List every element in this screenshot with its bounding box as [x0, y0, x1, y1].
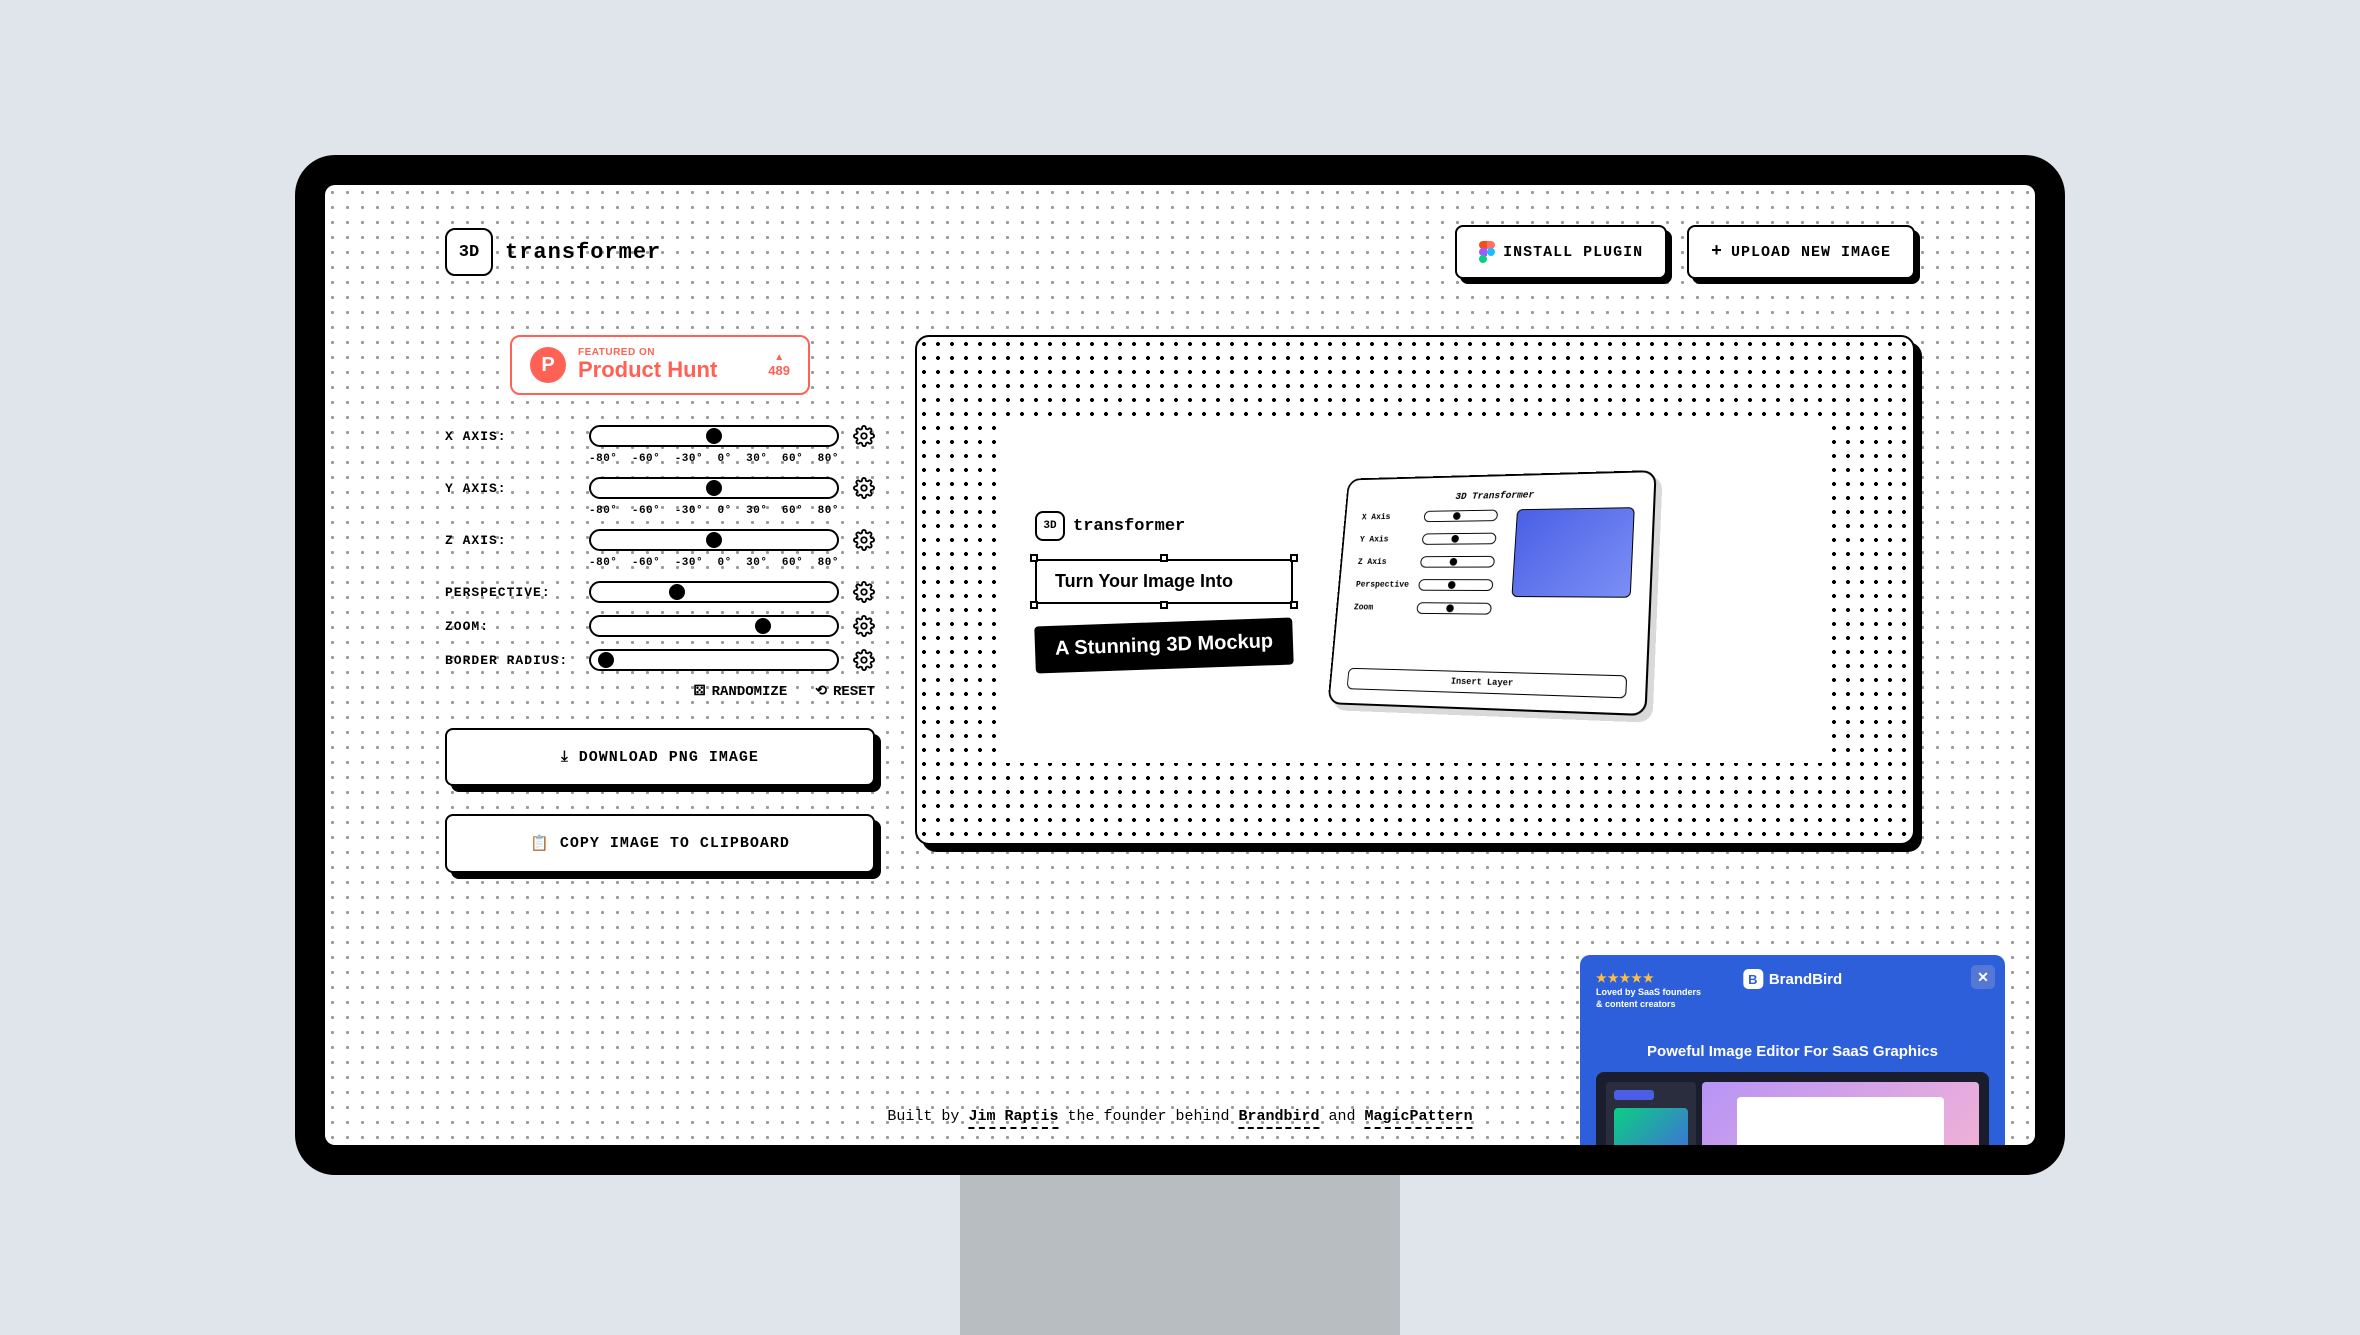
copy-clipboard-button[interactable]: 📋 COPY IMAGE TO CLIPBOARD	[445, 814, 875, 873]
product-hunt-main: Product Hunt	[578, 358, 756, 382]
preview-tagline-1: Turn Your Image Into	[1035, 559, 1293, 604]
product-hunt-upvotes: ▲ 489	[768, 352, 790, 378]
app-screen: 3D transformer INSTALL PLUGIN + UPLOAD N…	[325, 185, 2035, 1145]
z-axis-ticks: -80°-60°-30°0°30°60°80°	[589, 557, 839, 569]
x-axis-label: X AXIS:	[445, 429, 575, 444]
x-axis-ticks: -80°-60°-30°0°30°60°80°	[589, 453, 839, 465]
mockup-title: 3D Transformer	[1363, 488, 1636, 504]
preview-text-area: 3D transformer Turn Your Image Into A St…	[1035, 511, 1293, 669]
logo-mark: 3D	[445, 228, 493, 276]
download-png-button[interactable]: ⤓ DOWNLOAD PNG IMAGE	[445, 728, 875, 786]
product-hunt-icon: P	[530, 347, 566, 383]
footer: Built by Jim Raptis the founder behind B…	[887, 1108, 1472, 1125]
mockup-insert-button: Insert Layer	[1347, 668, 1628, 699]
footer-text-3: and	[1329, 1108, 1365, 1125]
install-plugin-button[interactable]: INSTALL PLUGIN	[1455, 225, 1667, 279]
slider-thumb[interactable]	[755, 618, 771, 634]
download-label: DOWNLOAD PNG IMAGE	[579, 749, 759, 766]
preview-mockup-card: 3D Transformer X Axis Y Axis Z Axis Pers…	[1328, 470, 1657, 716]
y-axis-row: Y AXIS:	[445, 477, 875, 499]
slider-thumb[interactable]	[706, 428, 722, 444]
x-axis-slider[interactable]	[589, 425, 839, 447]
preview-tagline-2: A Stunning 3D Mockup	[1034, 618, 1294, 674]
gear-icon[interactable]	[853, 615, 875, 637]
footer-author-link[interactable]: Jim Raptis	[968, 1108, 1058, 1129]
upvote-count: 489	[768, 363, 790, 378]
plus-icon: +	[1711, 243, 1723, 261]
zoom-slider[interactable]	[589, 615, 839, 637]
perspective-row: PERSPECTIVE:	[445, 581, 875, 603]
promo-screenshot	[1596, 1072, 1989, 1145]
mockup-thumbnail	[1512, 507, 1635, 598]
upload-image-button[interactable]: + UPLOAD NEW IMAGE	[1687, 225, 1915, 279]
footer-text-1: Built by	[887, 1108, 968, 1125]
upvote-triangle-icon: ▲	[768, 352, 790, 363]
border-radius-row: BORDER RADIUS:	[445, 649, 875, 671]
z-axis-slider[interactable]	[589, 529, 839, 551]
preview-canvas: 3D transformer Turn Your Image Into A St…	[915, 335, 1915, 845]
dice-icon: ⚄	[693, 683, 705, 700]
install-plugin-label: INSTALL PLUGIN	[1503, 244, 1643, 261]
randomize-label: RANDOMIZE	[712, 684, 788, 700]
slider-thumb[interactable]	[706, 480, 722, 496]
clipboard-icon: 📋	[530, 834, 550, 853]
reset-icon: ⟲	[815, 683, 827, 700]
footer-brandbird-link[interactable]: Brandbird	[1239, 1108, 1320, 1129]
perspective-label: PERSPECTIVE:	[445, 585, 575, 600]
preview-logo-text: transformer	[1073, 517, 1185, 536]
close-icon[interactable]: ✕	[1971, 965, 1995, 989]
z-axis-row: Z AXIS:	[445, 529, 875, 551]
slider-controls: X AXIS: -80°-60°-30°0°30°60°80° Y AXIS: …	[445, 425, 875, 700]
y-axis-slider[interactable]	[589, 477, 839, 499]
preview-content: 3D transformer Turn Your Image Into A St…	[1005, 418, 1825, 763]
monitor-stand	[960, 1175, 1400, 1335]
slider-thumb[interactable]	[669, 584, 685, 600]
y-axis-label: Y AXIS:	[445, 481, 575, 496]
z-axis-label: Z AXIS:	[445, 533, 575, 548]
zoom-row: ZOOM:	[445, 615, 875, 637]
gear-icon[interactable]	[853, 477, 875, 499]
preview-logo: 3D transformer	[1035, 511, 1293, 541]
reset-button[interactable]: ⟲ RESET	[815, 683, 875, 700]
upload-image-label: UPLOAD NEW IMAGE	[1731, 244, 1891, 261]
slider-thumb[interactable]	[706, 532, 722, 548]
y-axis-ticks: -80°-60°-30°0°30°60°80°	[589, 505, 839, 517]
zoom-label: ZOOM:	[445, 619, 575, 634]
perspective-slider[interactable]	[589, 581, 839, 603]
logo-text: transformer	[505, 240, 661, 265]
x-axis-row: X AXIS:	[445, 425, 875, 447]
gear-icon[interactable]	[853, 581, 875, 603]
header: 3D transformer INSTALL PLUGIN + UPLOAD N…	[445, 225, 1915, 279]
logo: 3D transformer	[445, 228, 661, 276]
figma-icon	[1479, 241, 1495, 263]
slider-thumb[interactable]	[598, 652, 614, 668]
gear-icon[interactable]	[853, 425, 875, 447]
action-links: ⚄ RANDOMIZE ⟲ RESET	[445, 683, 875, 700]
footer-text-2: the founder behind	[1067, 1108, 1238, 1125]
border-radius-slider[interactable]	[589, 649, 839, 671]
promo-byline-2: & content creators	[1596, 999, 1989, 1009]
footer-magicpattern-link[interactable]: MagicPattern	[1365, 1108, 1473, 1129]
header-buttons: INSTALL PLUGIN + UPLOAD NEW IMAGE	[1455, 225, 1915, 279]
promo-headline: Poweful Image Editor For SaaS Graphics	[1596, 1043, 1989, 1060]
promo-popup: ✕ ★★★★★ Loved by SaaS founders & content…	[1580, 955, 2005, 1145]
product-hunt-badge[interactable]: P FEATURED ON Product Hunt ▲ 489	[510, 335, 810, 395]
download-icon: ⤓	[561, 748, 569, 766]
reset-label: RESET	[833, 684, 875, 700]
promo-brand-name: BrandBird	[1769, 971, 1842, 988]
gear-icon[interactable]	[853, 649, 875, 671]
controls-panel: P FEATURED ON Product Hunt ▲ 489 X AXIS:	[445, 335, 875, 873]
brandbird-icon: B	[1743, 969, 1763, 989]
border-radius-label: BORDER RADIUS:	[445, 653, 575, 668]
preview-tagline-1-frame: Turn Your Image Into	[1035, 559, 1293, 604]
preview-logo-mark: 3D	[1035, 511, 1065, 541]
copy-label: COPY IMAGE TO CLIPBOARD	[560, 835, 790, 852]
randomize-button[interactable]: ⚄ RANDOMIZE	[693, 683, 787, 700]
gear-icon[interactable]	[853, 529, 875, 551]
promo-brand: B BrandBird	[1743, 969, 1842, 989]
product-hunt-texts: FEATURED ON Product Hunt	[578, 347, 756, 382]
monitor-frame: 3D transformer INSTALL PLUGIN + UPLOAD N…	[295, 155, 2065, 1175]
